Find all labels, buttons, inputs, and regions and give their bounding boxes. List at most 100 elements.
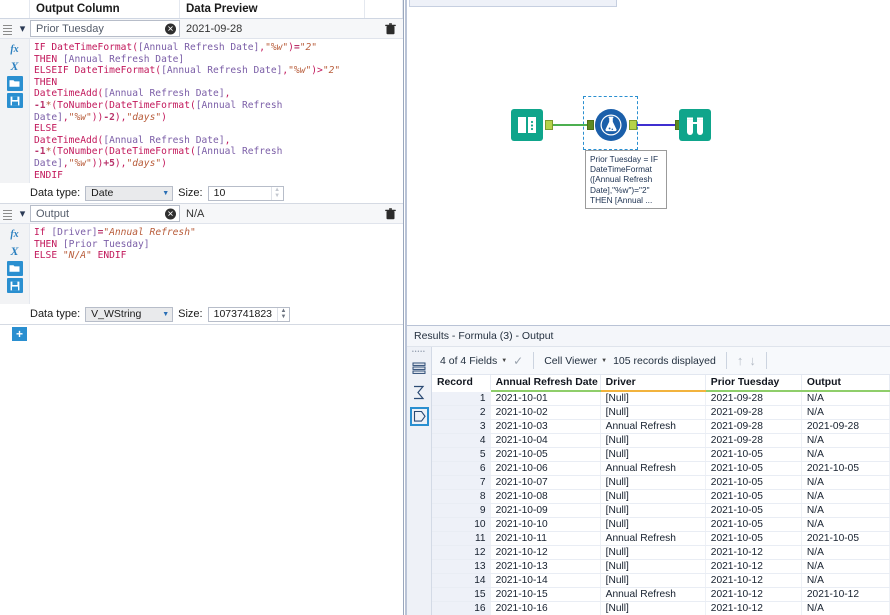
cell-4[interactable]: 2021-10-05 <box>801 462 889 476</box>
table-row[interactable]: 162021-10-16[Null]2021-10-12N/A <box>432 602 890 615</box>
trash-icon[interactable] <box>377 204 403 223</box>
cell-1[interactable]: 2021-10-14 <box>490 574 600 588</box>
column-header-driver[interactable]: Driver <box>600 375 705 391</box>
cell-3[interactable]: 2021-10-05 <box>705 490 801 504</box>
table-row[interactable]: 102021-10-10[Null]2021-10-05N/A <box>432 518 890 532</box>
checkmark-icon[interactable]: ✓ <box>513 354 523 368</box>
cell-record[interactable]: 16 <box>432 602 490 615</box>
table-row[interactable]: 122021-10-12[Null]2021-10-12N/A <box>432 546 890 560</box>
size-stepper-1[interactable]: 10 ▲▼ <box>208 186 284 201</box>
cell-1[interactable]: 2021-10-02 <box>490 406 600 420</box>
cell-record[interactable]: 8 <box>432 490 490 504</box>
formula-expression-1[interactable]: IF DateTimeFormat([Annual Refresh Date],… <box>30 39 403 183</box>
cell-1[interactable]: 2021-10-06 <box>490 462 600 476</box>
cell-4[interactable]: N/A <box>801 518 889 532</box>
cell-3[interactable]: 2021-10-12 <box>705 602 801 615</box>
table-row[interactable]: 22021-10-02[Null]2021-09-28N/A <box>432 406 890 420</box>
cell-3[interactable]: 2021-10-05 <box>705 532 801 546</box>
drag-handle-icon[interactable] <box>0 19 15 38</box>
table-row[interactable]: 12021-10-01[Null]2021-09-28N/A <box>432 391 890 406</box>
rail-drag-dots-icon[interactable]: ••••• <box>412 350 426 354</box>
fields-selector[interactable]: 4 of 4 Fields ▼ <box>440 355 507 367</box>
clear-circle-icon[interactable]: ✕ <box>165 208 176 219</box>
table-row[interactable]: 142021-10-14[Null]2021-10-12N/A <box>432 574 890 588</box>
column-header-prior-tuesday[interactable]: Prior Tuesday <box>705 375 801 391</box>
cell-record[interactable]: 1 <box>432 391 490 406</box>
cell-4[interactable]: N/A <box>801 602 889 615</box>
variable-icon[interactable]: X <box>7 244 23 259</box>
size-spinner-2[interactable]: ▲▼ <box>277 308 289 321</box>
table-row[interactable]: 72021-10-07[Null]2021-10-05N/A <box>432 476 890 490</box>
column-header-output[interactable]: Output <box>801 375 889 391</box>
cell-2[interactable]: [Null] <box>600 546 705 560</box>
cell-2[interactable]: [Null] <box>600 574 705 588</box>
cell-3[interactable]: 2021-10-05 <box>705 448 801 462</box>
table-row[interactable]: 62021-10-06Annual Refresh2021-10-052021-… <box>432 462 890 476</box>
folder-icon[interactable] <box>7 76 23 91</box>
formula-output-plug[interactable] <box>629 120 637 130</box>
size-spinner-1[interactable]: ▲▼ <box>271 187 283 200</box>
cell-viewer-selector[interactable]: Cell Viewer ▼ <box>544 355 607 367</box>
cell-2[interactable]: [Null] <box>600 476 705 490</box>
cell-2[interactable]: [Null] <box>600 602 705 615</box>
cell-record[interactable]: 4 <box>432 434 490 448</box>
cell-4[interactable]: N/A <box>801 391 889 406</box>
cell-4[interactable]: N/A <box>801 406 889 420</box>
save-icon[interactable] <box>7 93 23 108</box>
column-header-annual-refresh-date[interactable]: Annual Refresh Date <box>490 375 600 391</box>
cell-1[interactable]: 2021-10-10 <box>490 518 600 532</box>
cell-1[interactable]: 2021-10-04 <box>490 434 600 448</box>
cell-3[interactable]: 2021-09-28 <box>705 406 801 420</box>
data-type-select-1[interactable]: Date ▼ <box>85 186 173 201</box>
cell-2[interactable]: [Null] <box>600 391 705 406</box>
cell-record[interactable]: 5 <box>432 448 490 462</box>
cell-3[interactable]: 2021-09-28 <box>705 434 801 448</box>
table-row[interactable]: 112021-10-11Annual Refresh2021-10-052021… <box>432 532 890 546</box>
cell-1[interactable]: 2021-10-07 <box>490 476 600 490</box>
sigma-icon[interactable] <box>410 383 429 402</box>
save-icon[interactable] <box>7 278 23 293</box>
chevron-down-icon[interactable]: ▾ <box>15 19 30 38</box>
folder-icon[interactable] <box>7 261 23 276</box>
cell-2[interactable]: Annual Refresh <box>600 532 705 546</box>
browse-tool[interactable] <box>679 109 711 141</box>
cell-1[interactable]: 2021-10-16 <box>490 602 600 615</box>
trash-icon[interactable] <box>377 19 403 38</box>
arrow-down-icon[interactable]: ↓ <box>749 353 756 368</box>
cell-record[interactable]: 7 <box>432 476 490 490</box>
cell-1[interactable]: 2021-10-03 <box>490 420 600 434</box>
cell-1[interactable]: 2021-10-05 <box>490 448 600 462</box>
cell-2[interactable]: Annual Refresh <box>600 588 705 602</box>
cell-4[interactable]: N/A <box>801 504 889 518</box>
cell-record[interactable]: 15 <box>432 588 490 602</box>
cell-1[interactable]: 2021-10-09 <box>490 504 600 518</box>
cell-2[interactable]: [Null] <box>600 448 705 462</box>
cell-3[interactable]: 2021-09-28 <box>705 420 801 434</box>
table-row[interactable]: 32021-10-03Annual Refresh2021-09-282021-… <box>432 420 890 434</box>
cell-4[interactable]: N/A <box>801 546 889 560</box>
table-row[interactable]: 92021-10-09[Null]2021-10-05N/A <box>432 504 890 518</box>
drag-handle-icon[interactable] <box>0 204 15 223</box>
output-column-name-field[interactable]: Output ✕ <box>30 205 180 222</box>
cell-record[interactable]: 3 <box>432 420 490 434</box>
cell-record[interactable]: 9 <box>432 504 490 518</box>
fx-icon[interactable]: fx <box>7 227 23 242</box>
cell-3[interactable]: 2021-09-28 <box>705 391 801 406</box>
clear-circle-icon[interactable]: ✕ <box>165 23 176 34</box>
cell-3[interactable]: 2021-10-12 <box>705 574 801 588</box>
formula-expression-2[interactable]: If [Driver]="Annual Refresh" THEN [Prior… <box>30 224 403 304</box>
connection-blue[interactable] <box>637 124 678 126</box>
cell-3[interactable]: 2021-10-12 <box>705 560 801 574</box>
cell-4[interactable]: N/A <box>801 448 889 462</box>
cell-3[interactable]: 2021-10-12 <box>705 546 801 560</box>
table-row[interactable]: 82021-10-08[Null]2021-10-05N/A <box>432 490 890 504</box>
cell-1[interactable]: 2021-10-11 <box>490 532 600 546</box>
input-output-plug[interactable] <box>545 120 553 130</box>
cell-3[interactable]: 2021-10-05 <box>705 462 801 476</box>
cell-1[interactable]: 2021-10-15 <box>490 588 600 602</box>
results-grid-wrap[interactable]: Record Annual Refresh Date Driver Prior … <box>432 375 890 615</box>
data-type-select-2[interactable]: V_WString ▼ <box>85 307 173 322</box>
cell-record[interactable]: 14 <box>432 574 490 588</box>
cell-1[interactable]: 2021-10-12 <box>490 546 600 560</box>
cell-4[interactable]: N/A <box>801 490 889 504</box>
